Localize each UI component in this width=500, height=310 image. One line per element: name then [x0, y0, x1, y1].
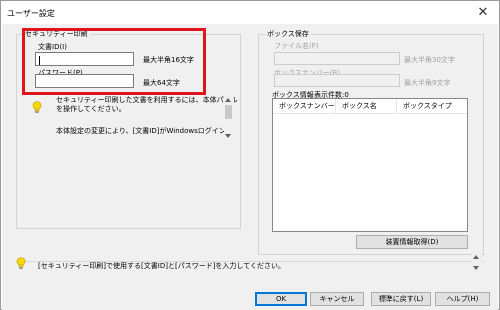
scroll-thumb[interactable] [225, 105, 232, 119]
scroll-up-icon[interactable] [225, 98, 231, 102]
light-bulb-icon [32, 101, 42, 113]
scroll-down-icon[interactable] [225, 134, 231, 138]
fetch-device-info-button[interactable]: 装置情報取得(D) [356, 235, 468, 249]
box-list[interactable]: ボックスナンバー ボックス名 ボックスタイプ [272, 98, 468, 232]
box-number-field[interactable] [274, 74, 400, 87]
hint-text: [セキュリティー印刷]で使用する[文書ID]と[パスワード]を入力してください。 [38, 262, 285, 270]
box-number-limit: 最大半角9文字 [404, 79, 451, 87]
dialog-client-area: セキュリティー印刷 文書ID(I) 最大半角16文字 パスワード(P) 最大64… [2, 24, 498, 310]
highlight-frame [22, 28, 206, 95]
scroll-up-icon[interactable] [473, 255, 479, 259]
close-icon[interactable]: ✕ [467, 1, 499, 23]
info-scrollbar[interactable] [224, 96, 233, 142]
reset-defaults-button[interactable]: 標準に戻す(L) [371, 292, 431, 306]
ok-button[interactable]: OK [255, 292, 307, 306]
box-save-title: ボックス保存 [265, 29, 311, 39]
user-settings-window: ユーザー設定 ✕ セキュリティー印刷 文書ID(I) 最大半角16文字 パスワー… [0, 0, 500, 310]
column-box-number[interactable]: ボックスナンバー [273, 99, 336, 114]
info-line-2: を操作してください。 [56, 105, 126, 113]
column-box-name[interactable]: ボックス名 [336, 99, 397, 114]
box-list-header: ボックスナンバー ボックス名 ボックスタイプ [273, 99, 467, 114]
file-name-limit: 最大半角30文字 [404, 56, 455, 64]
file-name-field[interactable] [274, 52, 400, 65]
column-box-type[interactable]: ボックスタイプ [397, 99, 467, 114]
info-line-3: 本体設定の変更により、[文書ID]がWindowsログインID [56, 127, 234, 135]
light-bulb-icon [16, 257, 26, 269]
scroll-down-icon[interactable] [473, 266, 479, 270]
window-title: ユーザー設定 [7, 9, 55, 18]
file-name-label: ファイル名(F) [274, 42, 319, 50]
hint-scrollbar[interactable] [472, 253, 481, 273]
help-button[interactable]: ヘルプ(H) [435, 292, 490, 306]
title-bar[interactable]: ユーザー設定 ✕ [1, 1, 499, 24]
cancel-button[interactable]: キャンセル [310, 292, 364, 306]
